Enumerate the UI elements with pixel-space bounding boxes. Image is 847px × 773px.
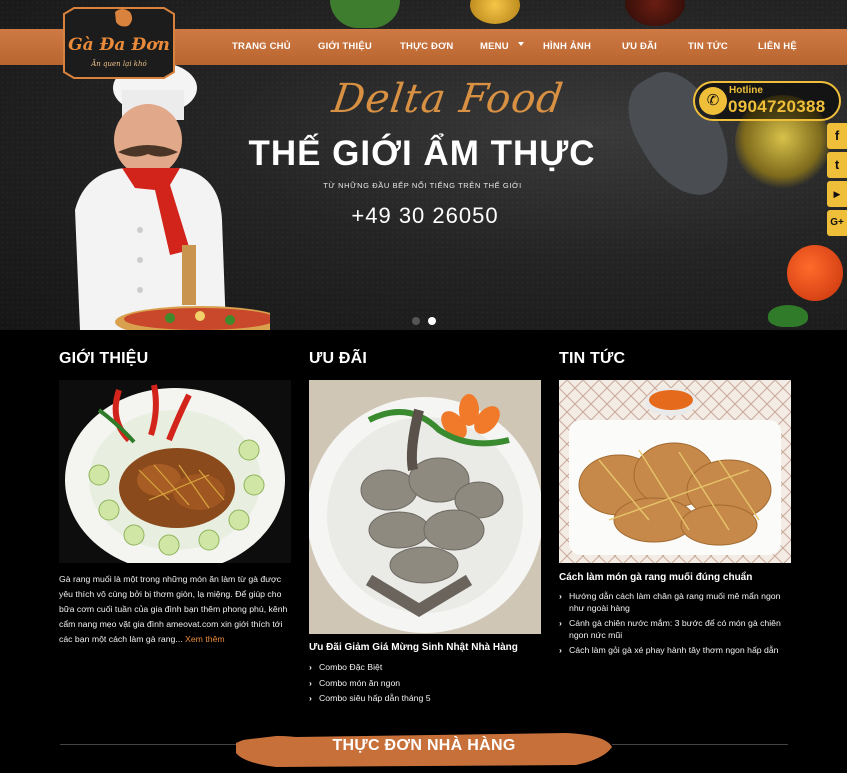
news-title: TIN TỨC [559,350,626,367]
promo-list: Combo Đặc Biệt Combo món ăn ngon Combo s… [309,662,541,709]
promo-list-item[interactable]: Combo siêu hấp dẫn tháng 5 [309,693,541,705]
news-list-item[interactable]: Cách làm gỏi gà xé phay hành tây thơm ng… [559,645,791,657]
nav-item-news[interactable]: TIN TỨC [688,29,728,65]
logo-text: Gà Đa Đơn [68,35,170,55]
chef-image [75,62,270,330]
basil-decoration [768,305,808,327]
menu-section-title: THỰC ĐƠN NHÀ HÀNG [332,737,516,754]
phone-icon: ✆ [699,87,727,115]
promo-title: ƯU ĐÃI [309,350,368,367]
about-text-body: Gà rang muối là một trong những món ăn l… [59,574,288,644]
hero-subtitle: TỪ NHỮNG ĐẦU BẾP NỔI TIẾNG TRÊN THẾ GIỚI [323,181,522,190]
nav-item-dishes[interactable]: THỰC ĐƠN [400,29,453,65]
logo-tagline: Ăn quen lại khó [90,59,147,68]
news-list: Hướng dẫn cách làm chân gà rang muối mê … [559,591,791,661]
tomato-decoration [787,245,843,301]
lemon-decoration [470,0,520,24]
hero-phone: +49 30 26050 [351,203,499,228]
divider-right [612,744,788,745]
promo-image[interactable] [309,380,541,634]
youtube-icon[interactable]: ▶ [827,181,847,207]
promo-list-item[interactable]: Combo Đặc Biệt [309,662,541,674]
herb-decoration [330,0,400,28]
spice-bowl-decoration [625,0,685,26]
news-section: TIN TỨC Cách làm món gà rang muối đúng c… [559,350,791,656]
hotline-label: Hotline [729,85,763,96]
nav-item-about[interactable]: GIỚI THIỆU [318,29,372,65]
slider-dot-2[interactable] [428,317,436,325]
twitter-icon[interactable]: t [827,152,847,178]
news-list-item[interactable]: Hướng dẫn cách làm chân gà rang muối mê … [559,591,791,614]
about-image[interactable] [59,380,291,563]
hotline-number[interactable]: 0904720388 [728,97,826,117]
hero-title: THẾ GIỚI ẨM THỰC [248,134,596,173]
nav-item-gallery[interactable]: HÌNH ẢNH [543,29,591,65]
boiled-chicken-image [309,380,541,634]
promo-headline[interactable]: Ưu Đãi Giảm Giá Mừng Sinh Nhật Nhà Hàng [309,642,541,653]
promo-list-item[interactable]: Combo món ăn ngon [309,678,541,690]
chevron-down-icon[interactable] [518,42,524,46]
hero-script-title: Delta Food [329,76,567,122]
news-image[interactable] [559,380,791,563]
slider-dot-1[interactable] [412,317,420,325]
fried-chicken-image [59,380,291,563]
about-text: Gà rang muối là một trong những món ăn l… [59,572,291,647]
nav-item-menu[interactable]: MENU [480,29,509,65]
nav-item-promotions[interactable]: ƯU ĐÃI [622,29,657,65]
divider-left [60,744,236,745]
nav-item-contact[interactable]: LIÊN HỆ [758,29,797,65]
news-list-item[interactable]: Cánh gà chiên nước mắm: 3 bước để có món… [559,618,791,641]
salt-chicken-image [559,380,791,563]
about-section: GIỚI THIỆU Gà rang muối là một trong nhữ… [59,350,291,644]
site-logo[interactable]: Gà Đa Đơn Ăn quen lại khó [60,4,178,82]
google-plus-icon[interactable]: G+ [827,210,847,236]
about-title: GIỚI THIỆU [59,350,149,367]
promo-section: ƯU ĐÃI Ưu Đãi Giảm Giá Mừng Sinh Nhật Nh… [309,350,541,704]
hotline-badge[interactable]: ✆ Hotline 0904720388 [693,81,841,121]
read-more-link[interactable]: Xem thêm [185,634,225,644]
facebook-icon[interactable]: f [827,123,847,149]
news-headline[interactable]: Cách làm món gà rang muối đúng chuẩn [559,572,791,583]
nav-item-home[interactable]: TRANG CHỦ [232,29,291,65]
